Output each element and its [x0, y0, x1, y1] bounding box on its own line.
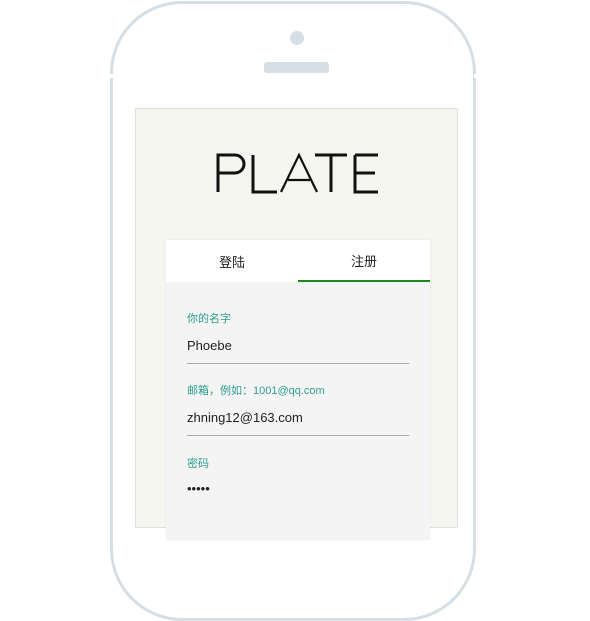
tab-register[interactable]: 注册	[298, 240, 430, 282]
phone-side-gap	[474, 74, 480, 78]
camera-icon	[290, 31, 304, 45]
auth-tabs: 登陆 注册	[166, 240, 430, 282]
name-input[interactable]	[187, 336, 409, 354]
email-input[interactable]	[187, 408, 409, 426]
password-input[interactable]: •••••	[187, 481, 409, 499]
email-field: 邮箱，例如：1001@qq.com	[187, 382, 409, 436]
email-underline	[187, 434, 409, 436]
speaker-icon	[264, 62, 329, 73]
password-field: 密码 •••••	[187, 455, 409, 499]
phone-side-gap	[108, 74, 114, 78]
password-label: 密码	[187, 458, 209, 470]
plate-logo	[216, 152, 378, 194]
name-underline	[187, 362, 409, 364]
name-label: 你的名字	[187, 313, 231, 325]
auth-card: 登陆 注册 你的名字 邮箱，例如：1001@qq.com 密码 •••••	[166, 240, 430, 540]
tab-login[interactable]: 登陆	[166, 240, 298, 282]
email-label: 邮箱，例如：1001@qq.com	[187, 385, 325, 397]
name-field: 你的名字	[187, 310, 409, 364]
